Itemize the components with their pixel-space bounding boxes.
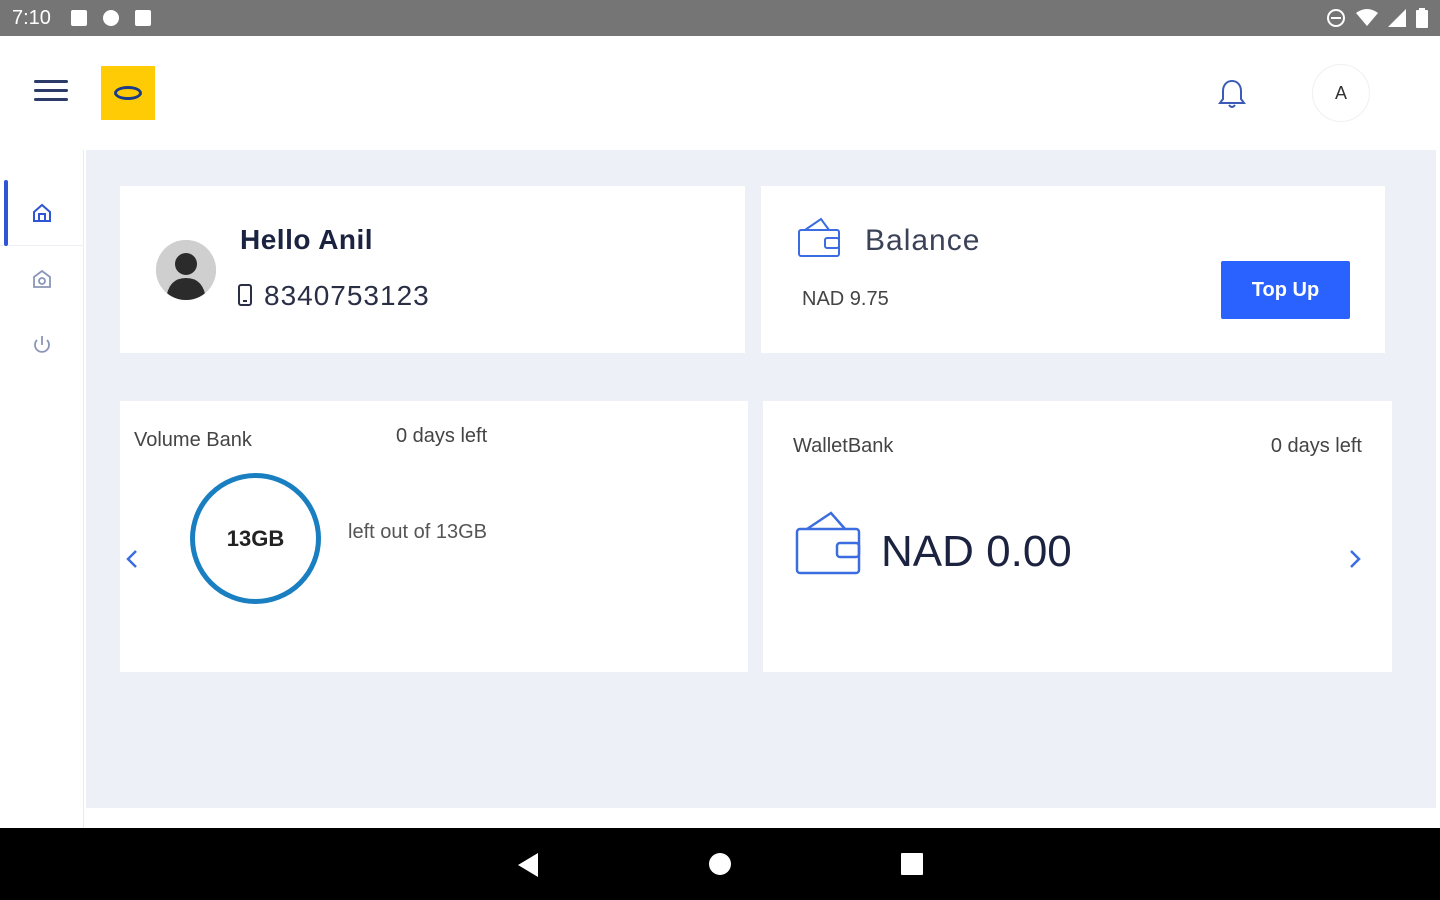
volume-bank-title: Volume Bank bbox=[134, 429, 252, 451]
dnd-icon bbox=[1327, 9, 1345, 27]
status-time: 7:10 bbox=[12, 6, 51, 29]
sidebar-item-offers[interactable] bbox=[0, 246, 84, 312]
status-indicators bbox=[1326, 8, 1428, 28]
home-circle-icon[interactable] bbox=[708, 852, 732, 876]
phone-number: 8340753123 bbox=[264, 280, 430, 311]
user-avatar-button[interactable]: A bbox=[1312, 64, 1370, 122]
hamburger-menu-icon[interactable] bbox=[34, 80, 68, 106]
gift-icon bbox=[33, 269, 51, 288]
balance-card: Balance NAD 9.75 Top Up bbox=[761, 186, 1385, 353]
battery-icon bbox=[1416, 8, 1428, 28]
system-navigation-bar bbox=[0, 828, 1440, 900]
chevron-left-icon[interactable] bbox=[120, 541, 144, 577]
sidebar bbox=[0, 150, 84, 828]
wallet-bank-title: WalletBank bbox=[793, 435, 894, 457]
sync-icon bbox=[102, 10, 119, 26]
profile-avatar bbox=[156, 240, 216, 300]
balance-title: Balance bbox=[865, 224, 981, 257]
recents-icon[interactable] bbox=[900, 852, 924, 876]
sidebar-item-home[interactable] bbox=[0, 180, 84, 246]
logo-mark-icon bbox=[114, 86, 142, 100]
profile-card: Hello Anil 8340753123 bbox=[120, 186, 745, 353]
sd-card-icon bbox=[134, 10, 151, 26]
greeting-text: Hello Anil bbox=[240, 224, 374, 255]
top-up-button[interactable]: Top Up bbox=[1221, 261, 1350, 319]
notification-icon bbox=[70, 10, 87, 26]
wallet-days-left: 0 days left bbox=[1270, 435, 1362, 457]
home-icon bbox=[33, 203, 51, 222]
sidebar-item-logout[interactable] bbox=[0, 312, 84, 378]
phone-icon bbox=[238, 284, 252, 306]
ring-value: 13GB bbox=[226, 525, 285, 551]
data-usage-ring: 13GB bbox=[190, 473, 321, 604]
notification-bell-icon[interactable] bbox=[1214, 76, 1250, 112]
volume-bank-card: Volume Bank 0 days left 13GB left out of… bbox=[120, 401, 748, 672]
wallet-icon bbox=[795, 511, 861, 575]
status-bar: 7:10 bbox=[0, 0, 1440, 36]
wallet-bank-amount: NAD 0.00 bbox=[881, 527, 1072, 576]
back-icon[interactable] bbox=[516, 852, 540, 878]
balance-amount: NAD 9.75 bbox=[802, 288, 889, 310]
volume-days-left: 0 days left bbox=[396, 425, 488, 447]
signal-icon bbox=[1388, 9, 1406, 27]
person-icon bbox=[156, 240, 216, 300]
power-icon bbox=[34, 336, 50, 353]
wifi-icon bbox=[1356, 9, 1378, 26]
wallet-icon bbox=[798, 217, 840, 257]
wallet-bank-card: WalletBank 0 days left NAD 0.00 bbox=[763, 401, 1392, 672]
brand-logo[interactable] bbox=[101, 66, 155, 120]
chevron-right-icon[interactable] bbox=[1343, 541, 1367, 577]
volume-description: left out of 13GB bbox=[348, 521, 487, 543]
avatar-initial: A bbox=[1334, 82, 1347, 103]
app-header: A bbox=[0, 36, 1440, 150]
